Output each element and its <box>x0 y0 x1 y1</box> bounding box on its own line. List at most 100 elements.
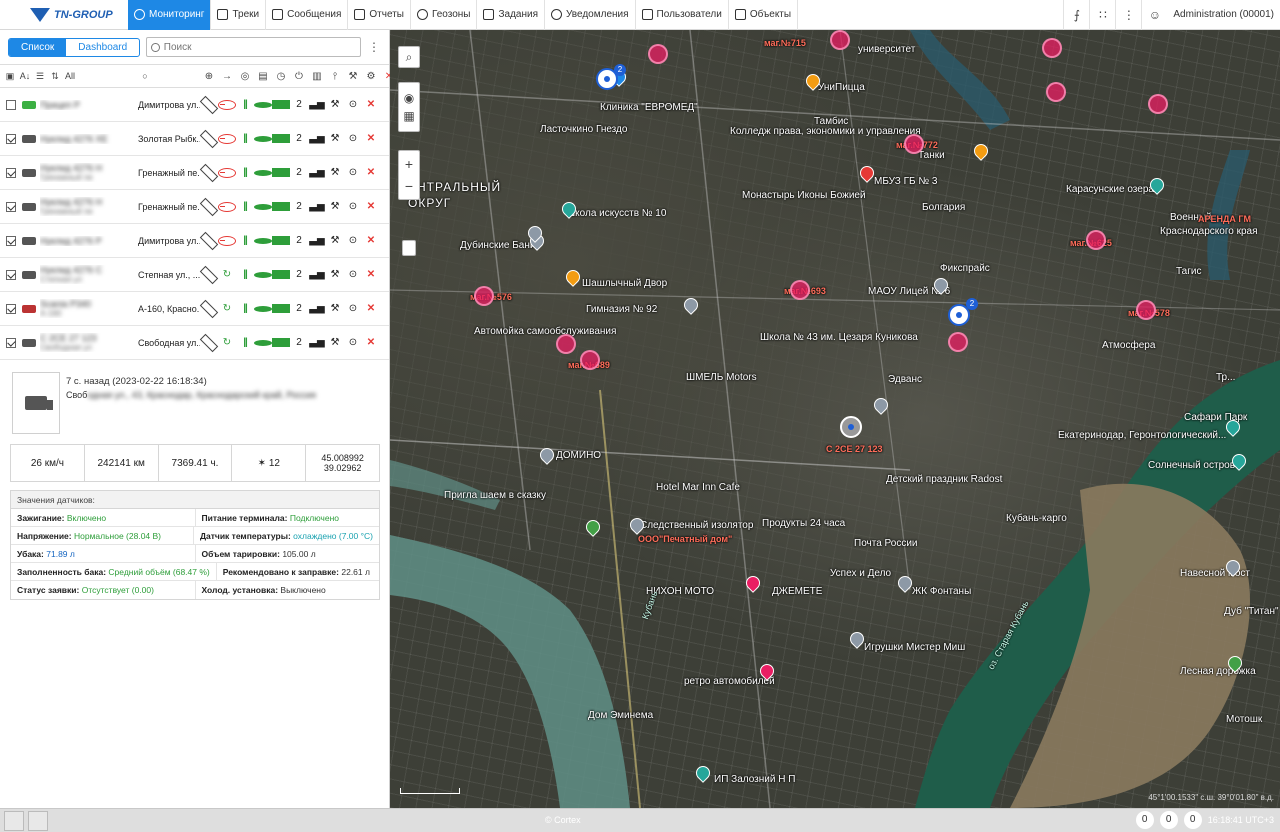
unit-row[interactable]: Нуклид 4276 ХЕ Золотая Рыбк... || 2 ▃▅ ⚒ ⊙ ✕ <box>0 122 389 156</box>
map-place-label[interactable]: Школа искусств № 10 <box>566 208 666 219</box>
shop-marker-icon[interactable] <box>1136 300 1156 320</box>
wrench-icon[interactable]: ⚒ <box>326 201 344 212</box>
map-place-label[interactable]: ИП Залозний Н П <box>714 774 795 785</box>
sort-az-icon[interactable]: A↓ <box>19 70 31 82</box>
map-place-label[interactable]: Лесная дорожка <box>1180 666 1256 677</box>
tab-list[interactable]: Список <box>9 38 67 56</box>
arrow-column-icon[interactable]: → <box>218 65 236 89</box>
shop-marker-icon[interactable] <box>1042 38 1062 58</box>
wrench-icon[interactable]: ⚒ <box>326 235 344 246</box>
map-place-label[interactable]: Монастырь Иконы Божией <box>742 190 866 201</box>
alarms-counter-badge[interactable]: 0 <box>1159 811 1178 829</box>
delete-icon[interactable]: ✕ <box>362 167 380 178</box>
signal-bars-icon[interactable]: ▃▅ <box>308 269 326 280</box>
shop-marker-icon[interactable] <box>948 332 968 352</box>
unit-name-cell[interactable]: Нуклид 4276 С Степная ул <box>40 265 138 284</box>
panel-menu-icon[interactable]: ⋮ <box>367 40 381 54</box>
locate-icon[interactable]: ⊙ <box>344 303 362 314</box>
unit-name-cell[interactable]: Нуклид 4276 Р <box>40 236 138 246</box>
map-place-label[interactable]: Тр... <box>1216 372 1235 383</box>
map-place-label[interactable]: ретро автомобилей <box>684 676 775 687</box>
delete-icon[interactable]: ✕ <box>362 201 380 212</box>
map-object-label[interactable]: ООО"Печатный дом" <box>638 534 732 544</box>
signal-bars-icon[interactable]: ▃▅ <box>308 167 326 178</box>
signal-bars-icon[interactable]: ▃▅ <box>308 337 326 348</box>
unit-name-cell[interactable]: Прицеп Р <box>40 100 138 110</box>
map-place-label[interactable]: Продукты 24 часа <box>762 518 845 529</box>
map-place-label[interactable]: Следственный изолятор <box>640 520 753 531</box>
clock-column-icon[interactable]: ◷ <box>272 65 290 89</box>
delete-icon[interactable]: ✕ <box>362 133 380 144</box>
map-place-label[interactable]: ЖК Фонтаны <box>912 586 971 597</box>
map-object-label[interactable]: АРЕНДА ГМ <box>1198 214 1251 224</box>
map-place-label[interactable]: Тагис <box>1176 266 1201 277</box>
messages-counter-badge[interactable]: 0 <box>1183 811 1202 829</box>
unit-checkbox[interactable] <box>6 235 16 246</box>
map-place-label[interactable]: Автомойка самообслуживания <box>474 326 616 337</box>
signal-bars-icon[interactable]: ▃▅ <box>308 99 326 110</box>
tab-bus[interactable]: Объекты <box>729 0 799 30</box>
map-place-label[interactable]: Мотошк <box>1226 714 1262 725</box>
map-place-label[interactable]: МБУЗ ГБ № 3 <box>874 176 937 187</box>
selected-vehicle-marker[interactable] <box>840 416 862 438</box>
unit-name-cell[interactable]: Нуклид 4276 ХЕ <box>40 134 138 144</box>
map-overlay-toggle[interactable] <box>402 240 416 256</box>
map-place-label[interactable]: ШМЕЛЬ Motors <box>686 372 757 383</box>
unit-checkbox[interactable] <box>6 269 16 280</box>
map-place-label[interactable]: Дубинские Бани <box>460 240 535 251</box>
wrench-icon[interactable]: ⚒ <box>326 99 344 110</box>
wrench-icon[interactable]: ⚒ <box>326 303 344 314</box>
unit-name-cell[interactable]: Нуклид 4276 Н Гренажный пе <box>40 197 138 216</box>
locate-icon[interactable]: ⊙ <box>344 269 362 280</box>
map-place-label[interactable]: Детский праздник Radost <box>886 474 1002 485</box>
unit-row[interactable]: Нуклид 4276 С Степная ул Степная ул., ... ↻… <box>0 258 389 292</box>
events-counter-badge[interactable]: 0 <box>1135 811 1154 829</box>
settings-column-icon[interactable]: ⚙ <box>362 65 380 89</box>
signal-bars-icon[interactable]: ▃▅ <box>308 235 326 246</box>
tab-bell[interactable]: Уведомления <box>545 0 636 30</box>
tab-dashboard[interactable]: Dashboard <box>66 39 139 56</box>
shop-marker-icon[interactable] <box>790 280 810 300</box>
list-view-icon[interactable]: ☰ <box>34 70 46 82</box>
delete-icon[interactable]: ✕ <box>362 303 380 314</box>
map-place-label[interactable]: УниПицца <box>818 82 865 93</box>
tn-group-logo[interactable]: TN-GROUP <box>0 0 128 30</box>
map-layers-icon[interactable]: ▦ <box>403 109 414 123</box>
unit-checkbox[interactable] <box>6 133 16 144</box>
unit-checkbox[interactable] <box>6 303 16 314</box>
shop-marker-icon[interactable] <box>830 30 850 50</box>
pin-column-icon[interactable]: ⫯ <box>326 65 344 89</box>
locate-icon[interactable]: ⊙ <box>344 235 362 246</box>
unit-row[interactable]: Нуклид 4276 Р Димитрова ул... || 2 ▃▅ ⚒ ⊙ ✕ <box>0 224 389 258</box>
user-icon[interactable]: ☺ <box>1141 0 1167 30</box>
coordinates-cell[interactable]: 45.008992 39.02962 <box>306 445 379 481</box>
unit-row[interactable]: Scania P340 А-160 А-160, Красно... ↻ || 2 ▃▅ ⚒ ⊙… <box>0 292 389 326</box>
device-column-icon[interactable]: ▤ <box>254 65 272 89</box>
tab-geofence[interactable]: Геозоны <box>411 0 478 30</box>
sort-icon[interactable]: ⇅ <box>49 70 61 82</box>
tab-globe[interactable]: Мониторинг <box>128 0 212 30</box>
fuel-column-icon[interactable]: ▥ <box>308 65 326 89</box>
unit-row[interactable]: Нуклид 4276 Н Гренажный пе Гренажный пе...… <box>0 156 389 190</box>
unit-row[interactable]: Прицеп Р Димитрова ул... || 2 ▃▅ ⚒ ⊙ ✕ <box>0 88 389 122</box>
locate-icon[interactable]: ⊙ <box>344 201 362 212</box>
map-place-label[interactable]: Атмосфера <box>1102 340 1155 351</box>
map-place-label[interactable]: Школа № 43 им. Цезаря Куникова <box>760 332 918 343</box>
signal-bars-icon[interactable]: ▃▅ <box>308 303 326 314</box>
map-place-label[interactable]: Болгария <box>922 202 965 213</box>
locate-icon[interactable]: ⊙ <box>344 99 362 110</box>
tab-tasks[interactable]: Задания <box>477 0 546 30</box>
more-menu-icon[interactable]: ⋮ <box>1115 0 1141 30</box>
map-object-label[interactable]: С 2СЕ 27 123 <box>826 444 883 454</box>
map-place-label[interactable]: Дуб "Титан" <box>1224 606 1279 617</box>
unit-row[interactable]: Нуклид 4276 Н Гренажный пе Гренажный пе...… <box>0 190 389 224</box>
shop-marker-icon[interactable] <box>904 134 924 154</box>
map-place-label[interactable]: Игрушки Мистер Миш <box>864 642 965 653</box>
zoom-out-button[interactable]: − <box>405 178 413 194</box>
panel-toggle-button[interactable] <box>4 810 24 831</box>
apps-grid-icon[interactable]: ∷ <box>1089 0 1115 30</box>
locate-icon[interactable]: ⊙ <box>344 133 362 144</box>
map-place-label[interactable]: Шашлычный Двор <box>582 278 667 289</box>
tab-track[interactable]: Треки <box>211 0 267 30</box>
map-place-label[interactable]: Краснодарского края <box>1160 226 1258 237</box>
